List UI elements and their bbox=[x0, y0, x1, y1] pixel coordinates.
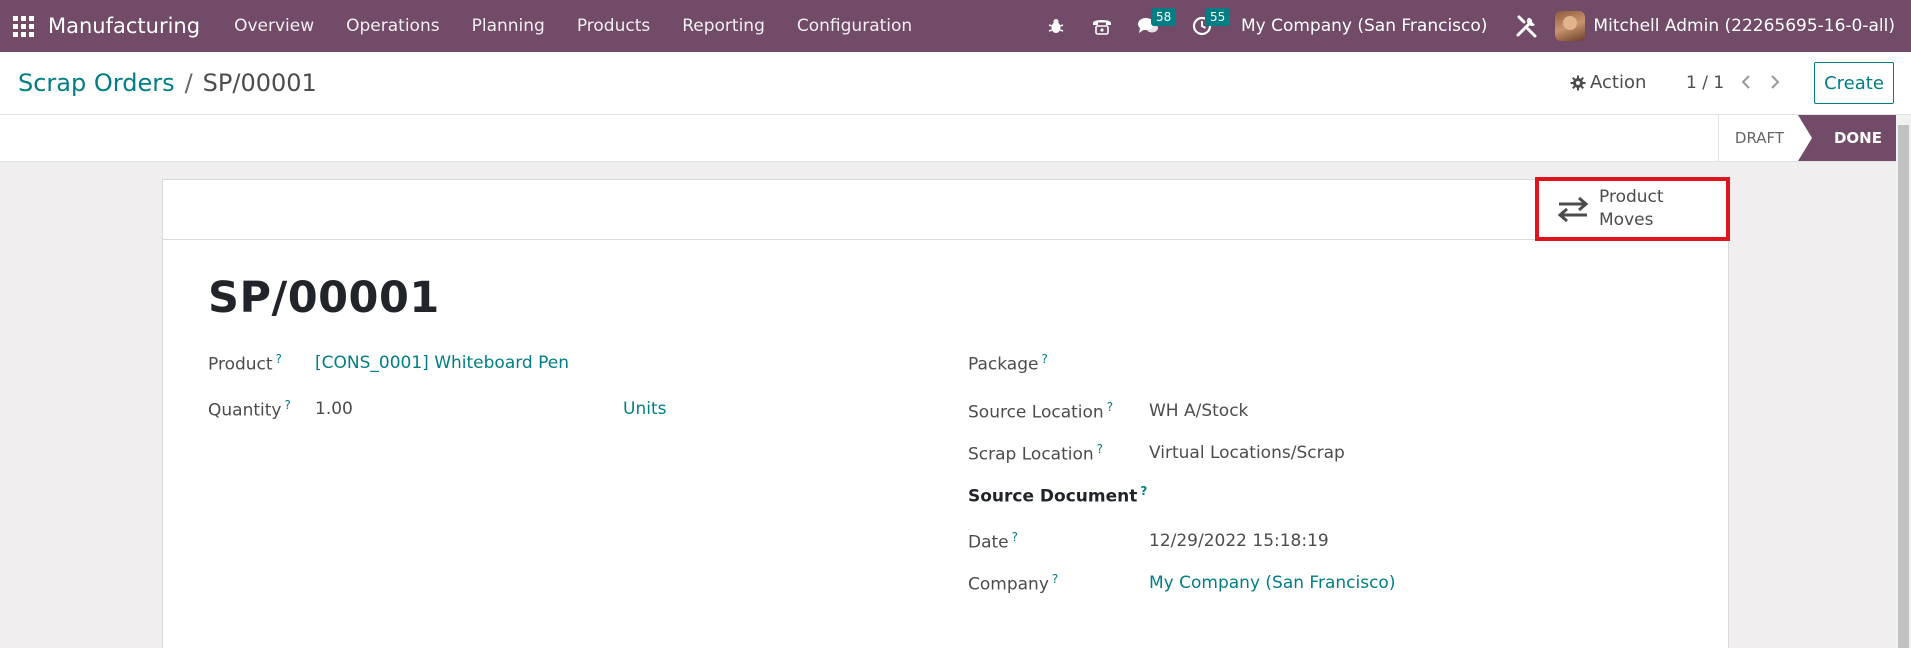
menu-products[interactable]: Products bbox=[561, 16, 666, 36]
user-menu[interactable]: Mitchell Admin (22265695-16-0-all) bbox=[1555, 11, 1895, 41]
help-tooltip[interactable]: ? bbox=[1140, 484, 1147, 498]
product-label-text: Product bbox=[208, 354, 273, 375]
help-tooltip[interactable]: ? bbox=[1012, 530, 1018, 544]
breadcrumb: Scrap Orders / SP/00001 bbox=[18, 69, 317, 97]
menu-reporting[interactable]: Reporting bbox=[666, 16, 781, 36]
scrollbar-thumb[interactable] bbox=[1898, 125, 1909, 648]
avatar bbox=[1555, 11, 1586, 41]
stage-draft[interactable]: DRAFT bbox=[1718, 115, 1800, 161]
action-menu-button[interactable]: Action bbox=[1570, 72, 1646, 93]
date-label: Date? bbox=[968, 530, 1018, 553]
company-switcher[interactable]: My Company (San Francisco) bbox=[1241, 16, 1487, 36]
product-moves-label-line2: Moves bbox=[1599, 210, 1654, 230]
debug-bug-icon[interactable] bbox=[1033, 0, 1079, 52]
help-tooltip[interactable]: ? bbox=[284, 398, 290, 412]
product-moves-label-line1: Product bbox=[1599, 187, 1664, 207]
phone-icon[interactable] bbox=[1079, 0, 1125, 52]
control-panel: Scrap Orders / SP/00001 Action 1 / 1 Cre… bbox=[0, 52, 1911, 115]
product-field[interactable]: [CONS_0001] Whiteboard Pen bbox=[315, 353, 569, 373]
chevron-right-icon bbox=[1771, 75, 1780, 89]
company-label: Company? bbox=[968, 572, 1058, 595]
top-navbar: Manufacturing Overview Operations Planni… bbox=[0, 0, 1911, 52]
exchange-arrows-icon bbox=[1557, 196, 1589, 222]
action-label: Action bbox=[1590, 72, 1647, 93]
stage-done[interactable]: DONE bbox=[1798, 115, 1896, 161]
pager-value[interactable]: 1 / 1 bbox=[1686, 73, 1724, 93]
apps-menu-icon[interactable] bbox=[12, 15, 34, 37]
product-label: Product? bbox=[208, 352, 282, 375]
source-location-field[interactable]: WH A/Stock bbox=[1149, 401, 1248, 421]
scrap-location-field[interactable]: Virtual Locations/Scrap bbox=[1149, 443, 1345, 463]
activities-clock-icon[interactable]: 55 bbox=[1179, 0, 1231, 52]
gear-icon bbox=[1570, 75, 1586, 90]
form-sheet: Product Moves SP/00001 Product? [CONS_00… bbox=[162, 177, 1730, 648]
help-tooltip[interactable]: ? bbox=[1052, 572, 1058, 586]
user-name: Mitchell Admin (22265695-16-0-all) bbox=[1593, 16, 1895, 36]
uom-field[interactable]: Units bbox=[623, 399, 666, 419]
quantity-field[interactable]: 1.00 bbox=[315, 399, 353, 419]
tools-icon[interactable] bbox=[1505, 0, 1549, 52]
source-location-label-text: Source Location bbox=[968, 402, 1104, 423]
messages-count-badge: 58 bbox=[1150, 8, 1177, 26]
product-moves-button[interactable]: Product Moves bbox=[1535, 177, 1730, 241]
breadcrumb-separator: / bbox=[184, 69, 193, 97]
quantity-label: Quantity? bbox=[208, 398, 291, 421]
quantity-label-text: Quantity bbox=[208, 400, 282, 421]
package-label: Package? bbox=[968, 352, 1048, 375]
chevron-left-icon bbox=[1741, 75, 1750, 89]
company-field[interactable]: My Company (San Francisco) bbox=[1149, 573, 1395, 593]
pager-previous-button[interactable] bbox=[1735, 70, 1757, 94]
date-label-text: Date bbox=[968, 532, 1009, 553]
breadcrumb-current: SP/00001 bbox=[202, 69, 317, 97]
product-moves-label: Product Moves bbox=[1599, 186, 1664, 232]
source-document-label: Source Document? bbox=[968, 484, 1147, 507]
activities-count-badge: 55 bbox=[1204, 8, 1231, 26]
package-label-text: Package bbox=[968, 354, 1039, 375]
help-tooltip[interactable]: ? bbox=[1041, 352, 1047, 366]
company-label-text: Company bbox=[968, 574, 1049, 595]
scrollbar[interactable] bbox=[1896, 115, 1911, 648]
app-name[interactable]: Manufacturing bbox=[48, 14, 200, 38]
menu-configuration[interactable]: Configuration bbox=[781, 16, 928, 36]
pager-next-button[interactable] bbox=[1764, 70, 1786, 94]
navbar-systray: 58 55 My Company (San Francisco) Mitchel… bbox=[1033, 0, 1911, 52]
source-document-label-text: Source Document bbox=[968, 486, 1138, 507]
record-title: SP/00001 bbox=[208, 273, 440, 323]
menu-planning[interactable]: Planning bbox=[456, 16, 561, 36]
menu-operations[interactable]: Operations bbox=[330, 16, 455, 36]
menu-overview[interactable]: Overview bbox=[218, 16, 330, 36]
breadcrumb-scrap-orders[interactable]: Scrap Orders bbox=[18, 69, 175, 97]
button-box bbox=[163, 180, 1728, 240]
status-bar: DRAFT DONE bbox=[0, 115, 1896, 162]
scrap-location-label-text: Scrap Location bbox=[968, 444, 1094, 465]
help-tooltip[interactable]: ? bbox=[1107, 400, 1113, 414]
source-location-label: Source Location? bbox=[968, 400, 1113, 423]
scrap-location-label: Scrap Location? bbox=[968, 442, 1103, 465]
help-tooltip[interactable]: ? bbox=[276, 352, 282, 366]
date-field[interactable]: 12/29/2022 15:18:19 bbox=[1149, 531, 1329, 551]
create-button[interactable]: Create bbox=[1814, 62, 1894, 104]
help-tooltip[interactable]: ? bbox=[1097, 442, 1103, 456]
messages-icon[interactable]: 58 bbox=[1125, 0, 1177, 52]
